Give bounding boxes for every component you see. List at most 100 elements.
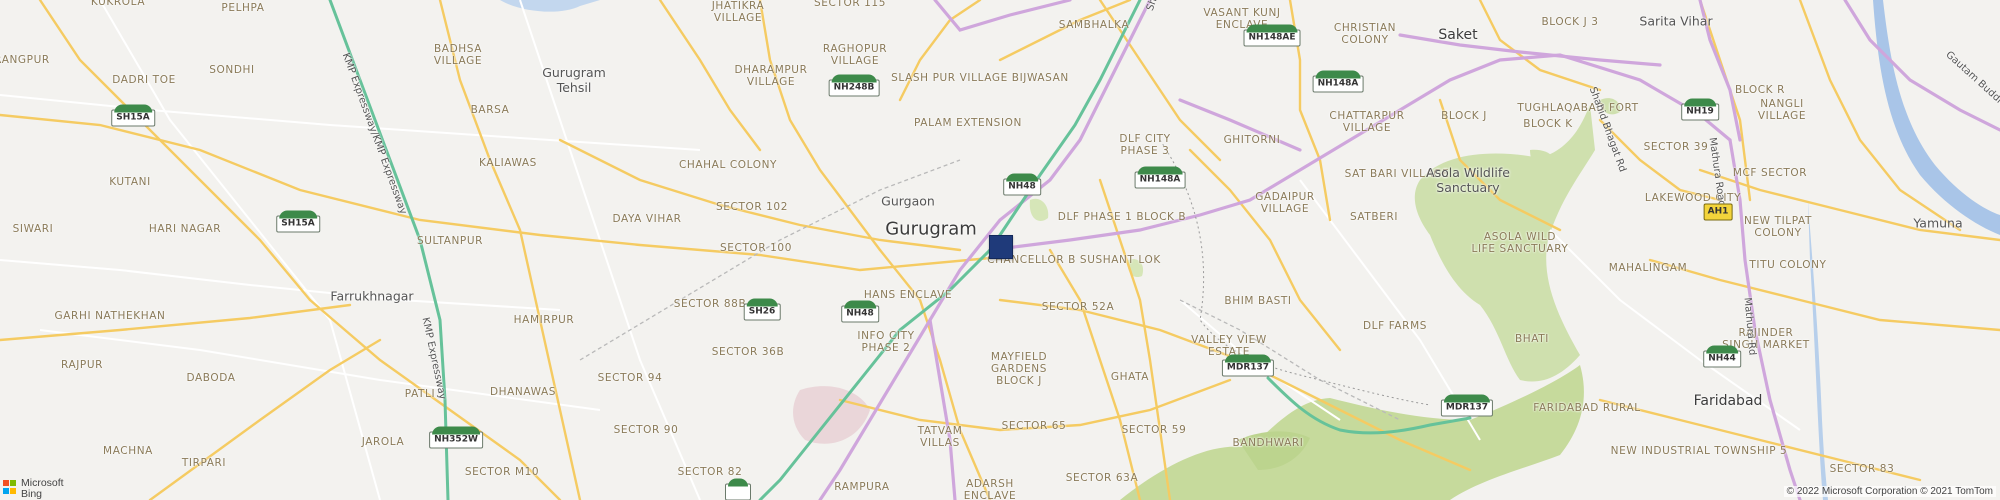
shield-cap-icon — [746, 298, 778, 307]
shield-cap-icon — [1443, 394, 1491, 403]
area-label: SECTOR 100 — [720, 242, 792, 254]
area-label: GADAIPUR VILLAGE — [1255, 191, 1315, 215]
green-areas — [1029, 98, 1621, 500]
area-label: BLOCK J — [1441, 110, 1487, 122]
area-label: DHANAWAS — [489, 386, 557, 398]
map-canvas[interactable]: KUKROLA PELHPA JHATIKRA VILLAGE SECTOR 115 SA… — [0, 0, 2000, 500]
area-label: SECTOR 83 — [1829, 463, 1895, 475]
area-label: SIWARI — [12, 223, 54, 235]
area-label: SECTOR 59 — [1121, 424, 1187, 436]
area-label: KUKROLA — [90, 0, 146, 8]
city-label: Gurgaon — [881, 193, 935, 209]
area-label: BANDHWARI — [1232, 437, 1304, 449]
shield-cap-icon — [1137, 166, 1183, 175]
copyright-notice: © 2022 Microsoft Corporation © 2021 TomT… — [1783, 486, 1996, 497]
area-label: DLF PHASE 1 BLOCK B — [1057, 211, 1187, 223]
area-label: TUGHLAQABAD FORT — [1517, 102, 1639, 114]
highway-shield: NH148A — [1312, 70, 1364, 93]
area-label: SLASH PUR VILLAGE BIJWASAN — [891, 72, 1069, 84]
city-label: Gurugram Tehsil — [542, 65, 606, 95]
shield-cap-icon — [432, 426, 480, 435]
area-label: RAMPURA — [834, 481, 890, 493]
microsoft-logo-icon — [3, 480, 17, 494]
area-label: DAYA VIHAR — [612, 213, 682, 225]
area-label: BADHSA VILLAGE — [433, 43, 483, 67]
area-label: BLOCK J 3 — [1541, 16, 1599, 28]
area-label: DLF CITY PHASE 3 — [1119, 133, 1171, 157]
highway-shield: MDR137 — [1440, 394, 1494, 417]
area-label: PELHPA — [221, 2, 265, 14]
highway-shield: NH44 — [1703, 345, 1741, 368]
area-label: HANS ENCLAVE — [863, 289, 953, 301]
area-label: CHATTARPUR VILLAGE — [1329, 110, 1405, 134]
area-label: SECTOR 102 — [716, 201, 788, 213]
area-label: SAMBHALKA — [1058, 19, 1130, 31]
area-label: MCF SECTOR — [1732, 167, 1808, 179]
shield-label: SH15A — [281, 218, 315, 229]
shield-label: AH1 — [1707, 206, 1729, 217]
area-label: RAGHOPUR VILLAGE — [822, 43, 888, 67]
shield-cap-icon — [1006, 173, 1038, 182]
highway-shield: AH1 — [1703, 203, 1733, 221]
area-label: BHIM BASTI — [1224, 295, 1292, 307]
area-label: TITU COLONY — [1749, 259, 1827, 271]
shield-label: NH44 — [1708, 353, 1736, 364]
area-label: FARIDABAD RURAL — [1533, 402, 1641, 414]
area-label: DADRI TOE — [112, 74, 176, 86]
shield-label: NH148AE — [1248, 32, 1296, 43]
area-label: SECTOR 94 — [597, 372, 663, 384]
area-label: SECTOR 52A — [1041, 301, 1115, 313]
area-label: KALIAWAS — [479, 157, 537, 169]
highway-shield: SH26 — [743, 298, 781, 321]
area-label: SECTOR 82 — [677, 466, 743, 478]
shield-label: NH352W — [434, 434, 478, 445]
area-label: HARI NAGAR — [148, 223, 222, 235]
area-label: DLF FARMS — [1363, 320, 1427, 332]
city-label: Asola Wildlife Sanctuary — [1426, 165, 1510, 195]
area-label: SULTANPUR — [416, 235, 484, 247]
highway-shield: NH148A — [1134, 166, 1186, 189]
city-label: Farrukhnagar — [330, 288, 414, 304]
area-label: SECTOR 63A — [1065, 472, 1139, 484]
shield-cap-icon — [728, 478, 748, 487]
area-label: TATVAM VILLAS — [917, 425, 963, 449]
area-label: BHATI — [1515, 333, 1549, 345]
shield-label: SH26 — [748, 306, 776, 317]
area-label: HAMIRPUR — [513, 314, 575, 326]
highway-shield: SH15A — [111, 104, 155, 127]
city-label: Saket — [1438, 27, 1478, 43]
brand-line2: Bing — [21, 488, 43, 500]
highway-shield: NH19 — [1681, 98, 1719, 121]
shield-cap-icon — [1224, 354, 1272, 363]
area-label: MACHNA — [103, 445, 153, 457]
shield-cap-icon — [831, 74, 877, 83]
area-label: ASOLA WILD LIFE SANCTUARY — [1471, 231, 1569, 255]
area-label: JHATIKRA VILLAGE — [711, 0, 765, 24]
shield-cap-icon — [279, 210, 317, 219]
bing-logo[interactable]: Microsoft Bing — [3, 478, 64, 500]
highway-shield: NH352W — [429, 426, 483, 449]
highway-shield: SH15A — [276, 210, 320, 233]
highway-shield: NH48 — [1003, 173, 1041, 196]
area-label: KUTANI — [109, 176, 151, 188]
area-label: RANGPUR — [0, 54, 50, 66]
area-label: BLOCK R — [1735, 84, 1785, 96]
area-label: TIRPARI — [181, 457, 227, 469]
area-label: BLOCK K — [1523, 118, 1573, 130]
area-label: SECTOR 88B — [673, 298, 747, 310]
area-label: PALAM EXTENSION — [914, 117, 1022, 129]
highway-shield: NH48 — [841, 300, 879, 323]
area-label: GHATA — [1110, 371, 1150, 383]
area-label: CHANCELLOR B SUSHANT LOK — [987, 254, 1161, 266]
highway-shield: NH248B — [828, 74, 880, 97]
location-pin-marker[interactable] — [989, 235, 1013, 259]
city-label: Faridabad — [1693, 393, 1763, 409]
shield-label: NH148A — [1317, 78, 1359, 89]
area-label: NEW TILPAT COLONY — [1743, 215, 1813, 239]
area-label: INFO CITY PHASE 2 — [857, 330, 915, 354]
area-label: CHRISTIAN COLONY — [1333, 22, 1397, 46]
shield-cap-icon — [1246, 24, 1298, 33]
shield-label: MDR137 — [1445, 402, 1489, 413]
area-label: MAYFIELD GARDENS BLOCK J — [990, 351, 1048, 387]
city-label: Gurugram — [885, 218, 977, 240]
